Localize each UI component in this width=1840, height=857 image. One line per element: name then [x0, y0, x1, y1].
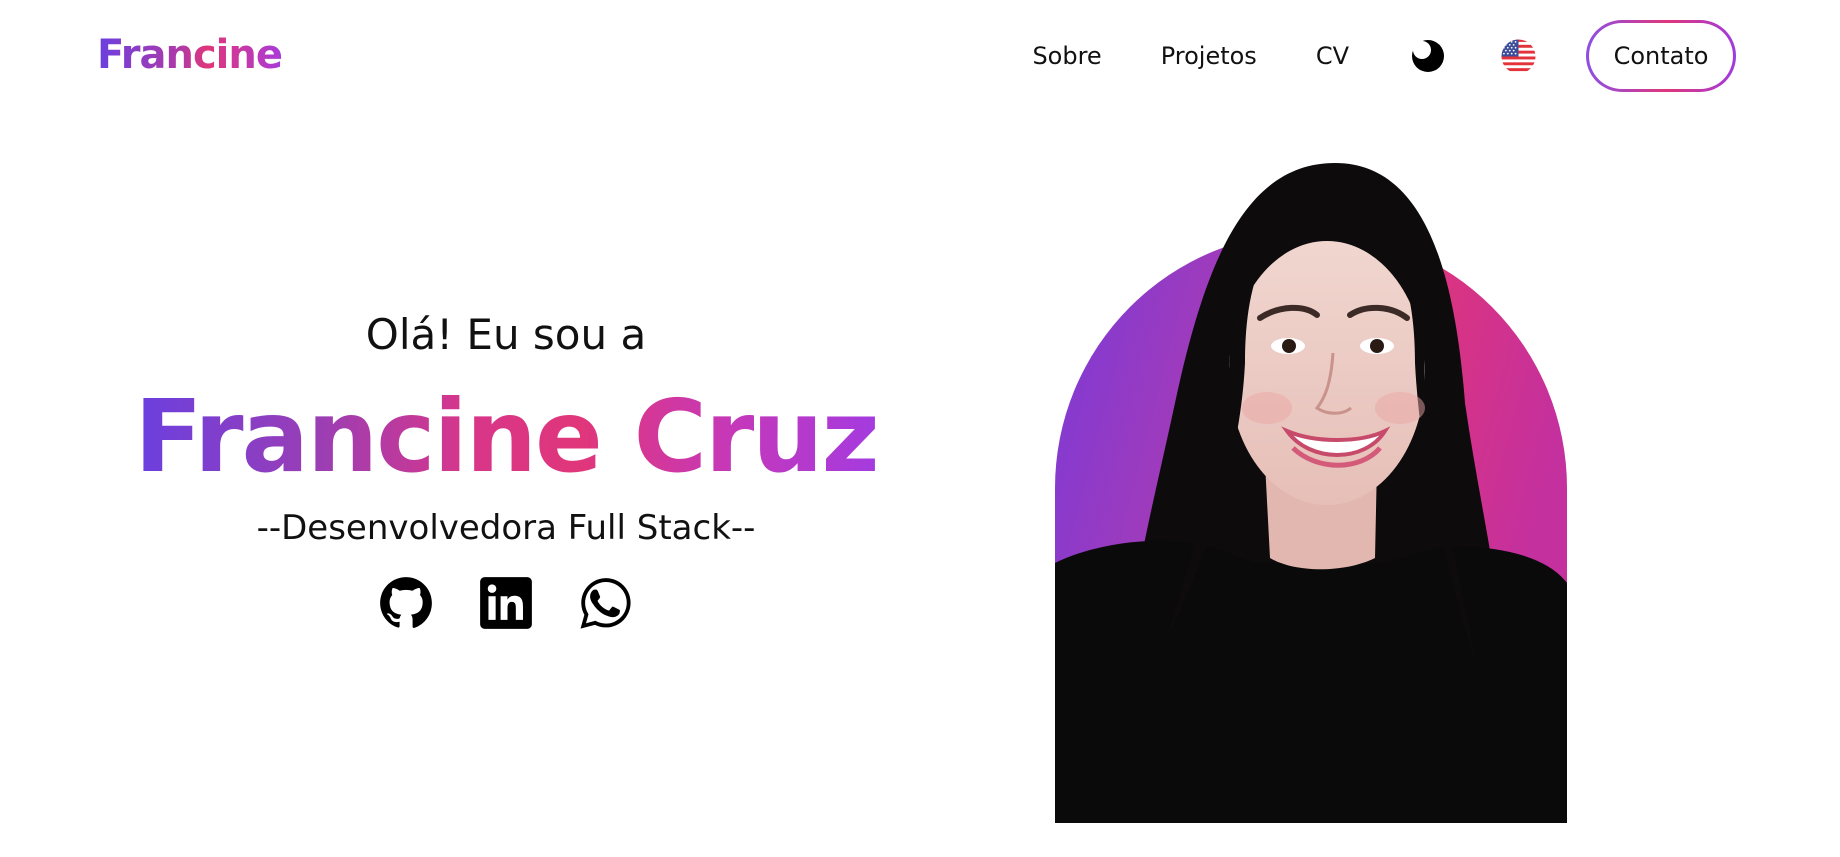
moon-icon[interactable] — [1411, 39, 1445, 73]
nav-link-sobre[interactable]: Sobre — [1032, 42, 1101, 70]
nav-link-projetos[interactable]: Projetos — [1161, 42, 1257, 70]
social-links — [100, 576, 912, 630]
hero-role: --Desenvolvedora Full Stack-- — [256, 508, 756, 548]
hero-name: Francine Cruz — [134, 378, 879, 495]
github-icon[interactable] — [379, 576, 433, 630]
nav-link-cv[interactable]: CV — [1316, 42, 1349, 70]
profile-photo — [1055, 163, 1567, 823]
page: Francine Sobre Projetos CV Contato Olá! … — [0, 0, 1840, 857]
contact-button-label: Contato — [1613, 42, 1709, 70]
site-logo[interactable]: Francine — [97, 32, 283, 78]
main-nav: Sobre Projetos CV Contato — [1032, 20, 1736, 92]
us-flag-icon[interactable] — [1501, 38, 1536, 74]
whatsapp-icon[interactable] — [579, 576, 633, 630]
hero-intro: Olá! Eu sou a Francine Cruz --Desenvolve… — [100, 300, 912, 630]
hero-greeting: Olá! Eu sou a — [365, 310, 647, 359]
linkedin-icon[interactable] — [479, 576, 533, 630]
contact-button[interactable]: Contato — [1586, 20, 1736, 92]
